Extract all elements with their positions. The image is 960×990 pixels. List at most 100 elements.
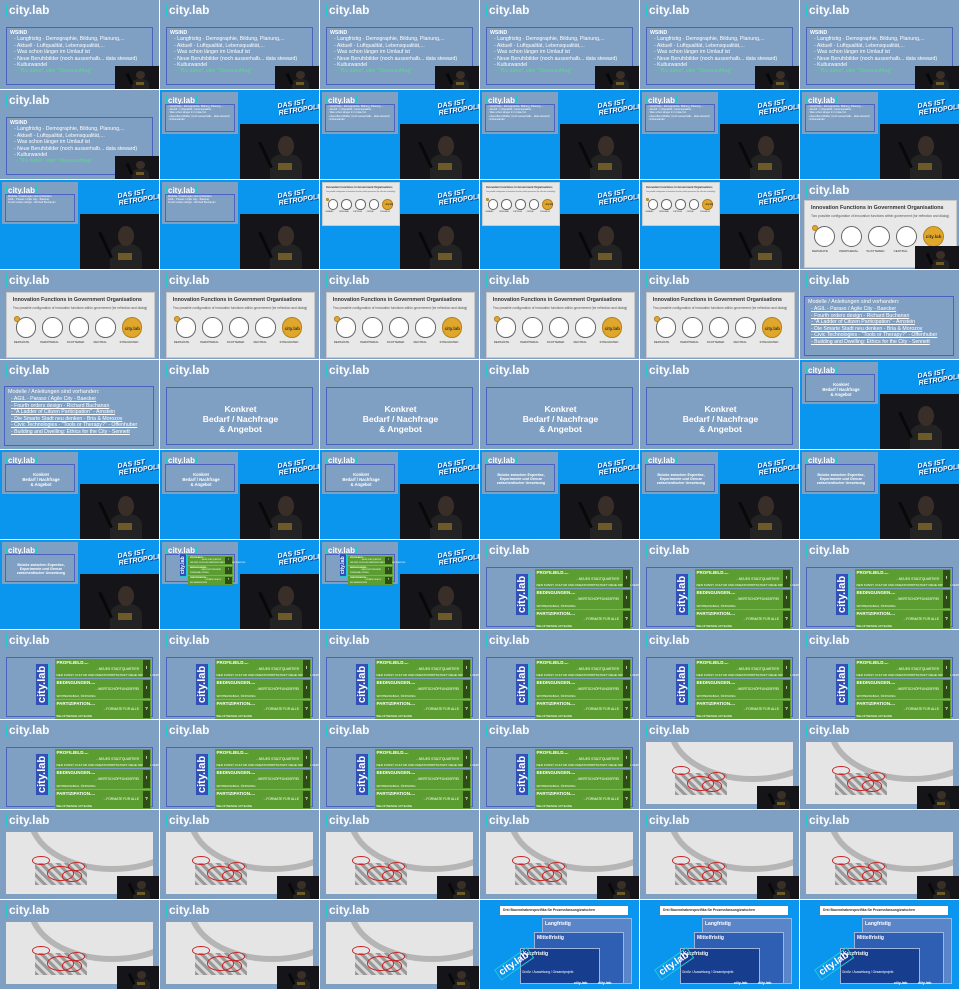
video-frame-thumbnail[interactable]: city.lab PROFILBILD.... ...NEUES STADTQUAR… [0,630,159,719]
video-frame-thumbnail[interactable]: Innovation Functions in Government Organ… [480,180,639,269]
video-frame-thumbnail[interactable]: city.lab [0,900,159,989]
video-frame-thumbnail[interactable]: city.lab Modelle / Anleitungen sind vorha… [0,180,159,269]
video-frame-thumbnail[interactable]: city.lab Innovation Functions in Governme… [640,270,799,359]
band-mark: ! [782,570,790,588]
band-sub: WOHNUNGBAU, ÖFFNUNG [536,783,576,788]
video-frame-thumbnail[interactable]: city.lab [320,900,479,989]
video-frame-thumbnail[interactable]: city.lab [160,900,319,989]
video-frame-thumbnail[interactable]: city.lab Brücke zwischen Expertise, Experi… [480,450,639,539]
video-frame-thumbnail[interactable]: Drei Bauvorhabenspezifika für Prozessfas… [640,900,799,989]
speaker-shirt-print [777,802,785,806]
video-frame-thumbnail[interactable]: city.lab Brücke zwischen Expertise, Experi… [640,450,799,539]
video-frame-thumbnail[interactable]: city.lab PROFILBILD.... ...NEUES STADTQUAR… [640,630,799,719]
band-label: PROFILBILD.... [696,570,729,575]
video-frame-thumbnail[interactable]: city.lab PROFILBILD.... ...NEUES STADTQUAR… [800,540,959,629]
video-frame-thumbnail[interactable]: city.lab PROFILBILD.... ...NEUES STADTQUAR… [320,630,479,719]
video-frame-thumbnail[interactable]: city.lab [160,810,319,899]
video-frame-thumbnail[interactable]: city.lab PROFILBILD.... ...NEUES STADTQUAR… [480,720,639,809]
function-label: INTEGRATED [759,339,779,344]
video-frame-thumbnail[interactable]: city.lab WSIND - Langfristig - Demographie… [0,90,159,179]
shared-slide-thumbnail: city.lab Brücke zwischen Expertise, Experi… [2,542,78,584]
profile-band: PARTIZIPATION.... ...FORMATE FÜR ALLE BELO… [534,789,631,809]
video-frame-thumbnail[interactable]: city.lab Konkret Bedarf / Nachfrage & Angeb… [160,360,319,449]
video-frame-thumbnail[interactable]: city.lab PROFILBILD.... ...NEUES STADTQUAR… [160,720,319,809]
video-frame-thumbnail[interactable]: city.lab PROFILBILD.... ...NEUES STADTQUAR… [480,540,639,629]
function-circle [735,317,756,338]
video-frame-thumbnail[interactable]: city.lab Brücke zwischen Expertise, Experi… [800,450,959,539]
video-frame-thumbnail[interactable]: city.lab Konkret Bedarf / Nachfrage & Angeb… [640,360,799,449]
band-sub: BELOHNENDE AKTEURE [376,714,413,719]
video-frame-thumbnail[interactable]: Drei Bauvorhabenspezifika für Prozessfas… [800,900,959,989]
band-label: BEDINGUNGEN.... [216,680,256,686]
speaker-camera-inset [917,876,959,899]
video-frame-thumbnail[interactable]: city.lab Konkret Bedarf / Nachfrage & Angeb… [160,450,319,539]
band-mark: ? [942,700,950,719]
video-frame-thumbnail[interactable]: city.lab PROFILBILD.... ...NEUES STADTQUAR… [640,540,799,629]
band-mark: ! [142,680,150,698]
video-frame-thumbnail[interactable]: city.lab [640,810,799,899]
video-frame-thumbnail[interactable]: city.lab Konkret Bedarf / Nachfrage & Angeb… [0,450,159,539]
video-frame-thumbnail[interactable]: city.lab Konkret Bedarf / Nachfrage & Angeb… [320,450,479,539]
video-frame-thumbnail[interactable]: city.lab Modelle / Anleitungen sind vorha… [0,360,159,449]
profile-band: PROFILBILD.... ...NEUES STADTQUARTIER DER … [54,749,159,769]
profile-band: BEDINGUNGEN.... ...WERTSCHÖPFUNGSFREI WOHN… [534,679,631,699]
video-frame-thumbnail[interactable]: city.lab WSIND - Langfristig - Demographie… [640,0,799,89]
speaker-head [117,496,134,516]
video-frame-thumbnail[interactable]: city.lab [800,810,959,899]
video-frame-thumbnail[interactable]: city.lab [640,720,799,809]
video-frame-thumbnail[interactable]: city.lab Innovation Functions in Governme… [320,270,479,359]
video-frame-thumbnail[interactable]: city.lab WSIND - Langfristig - Demographie… [480,0,639,89]
video-frame-thumbnail[interactable]: city.lab PROFILBILD.... ...NEUES STADTQUAR… [800,630,959,719]
statement-line: zwischentischer Umsetzung [816,481,866,486]
video-frame-thumbnail[interactable]: city.lab WSIND - Langfristig - Demographie… [160,0,319,89]
video-frame-thumbnail[interactable]: city.lab PROFILBILD.... ...NEUES STADTQUAR… [0,720,159,809]
video-frame-thumbnail[interactable]: city.lab WSIND - Langfristig - Demographie… [320,0,479,89]
band-mark: ! [302,680,310,698]
video-frame-thumbnail[interactable]: city.lab - Langfristig - Demographie, Bil… [160,90,319,179]
video-frame-thumbnail[interactable]: city.lab [480,810,639,899]
video-frame-thumbnail[interactable]: city.lab [0,810,159,899]
video-frame-thumbnail[interactable]: city.lab - Langfristig - Demographie, Bil… [480,90,639,179]
video-frame-thumbnail[interactable]: city.lab - Langfristig - Demographie, Bil… [640,90,799,179]
video-frame-thumbnail[interactable]: city.lab Konkret Bedarf / Nachfrage & Angeb… [320,360,479,449]
function-label: SCATTERED [226,339,245,344]
video-frame-thumbnail[interactable]: city.lab Konkret Bedarf / Nachfrage & Angeb… [800,360,959,449]
video-frame-thumbnail[interactable]: city.lab - Langfristig - Demographie, Bil… [320,90,479,179]
shared-slide-thumbnail: city.lab - Langfristig - Demographie, Bil… [482,92,558,134]
video-frame-thumbnail[interactable]: city.lab PROFILBILD.... ...NEUES STADTQUAR… [320,540,479,629]
video-frame-thumbnail[interactable]: Innovation Functions in Government Organ… [320,180,479,269]
video-frame-thumbnail[interactable]: city.lab WSIND - Langfristig - Demographie… [800,0,959,89]
video-frame-thumbnail[interactable]: city.lab PROFILBILD.... ...NEUES STADTQUAR… [160,630,319,719]
video-frame-thumbnail[interactable]: city.lab PROFILBILD.... ...NEUES STADTQUAR… [480,630,639,719]
shared-slide-thumbnail: city.lab - Langfristig - Demographie, Bil… [322,92,398,134]
profile-band: PARTIZIPATION.... ...FORMATE FÜR ALLE BELO… [854,609,951,629]
video-frame-thumbnail[interactable]: city.lab - Langfristig - Demographie, Bil… [800,90,959,179]
profile-band: PROFILBILD.... ...NEUES STADTQUARTIER DER … [534,569,639,589]
video-frame-thumbnail[interactable]: city.lab PROFILBILD.... ...NEUES STADTQUAR… [160,540,319,629]
video-frame-thumbnail[interactable]: city.lab Brücke zwischen Expertise, Experi… [0,540,159,629]
speaker-camera-inset [757,786,799,809]
video-frame-thumbnail[interactable]: city.lab [800,720,959,809]
video-frame-thumbnail[interactable]: city.lab Konkret Bedarf / Nachfrage & Angeb… [480,360,639,449]
video-frame-thumbnail[interactable]: city.lab [320,810,479,899]
video-frame-thumbnail[interactable]: city.lab WSIND - Langfristig - Demographie… [0,0,159,89]
citylab-vertical-logo: city.lab [179,553,187,577]
function-circle [202,317,223,338]
speaker-head [917,496,934,516]
video-frame-thumbnail[interactable]: city.lab Innovation Functions in Governme… [0,270,159,359]
video-frame-thumbnail[interactable]: city.lab Innovation Functions in Governme… [160,270,319,359]
function-label: CENTRAL [366,211,374,213]
band-mark: ! [942,680,950,698]
microphone [127,972,135,985]
video-frame-thumbnail[interactable]: Innovation Functions in Government Organ… [640,180,799,269]
video-frame-thumbnail[interactable]: city.lab Innovation Functions in Governme… [480,270,639,359]
speaker-head [456,71,465,80]
video-frame-thumbnail[interactable]: Drei Bauvorhabenspezifika für Prozessfas… [480,900,639,989]
video-frame-thumbnail[interactable]: city.lab Modelle / Anleitungen sind vorha… [800,270,959,359]
stage-banner-text: DAS IST RETROPOLITIK! [277,188,319,208]
video-frame-thumbnail[interactable]: city.lab Innovation Functions in Governme… [800,180,959,269]
video-frame-thumbnail[interactable]: city.lab PROFILBILD.... ...NEUES STADTQUAR… [320,720,479,809]
video-frame-thumbnail[interactable]: city.lab Modelle / Anleitungen sind vorha… [160,180,319,269]
speaker-shirt-print [437,522,453,531]
speaker-shirt-print [757,252,773,261]
